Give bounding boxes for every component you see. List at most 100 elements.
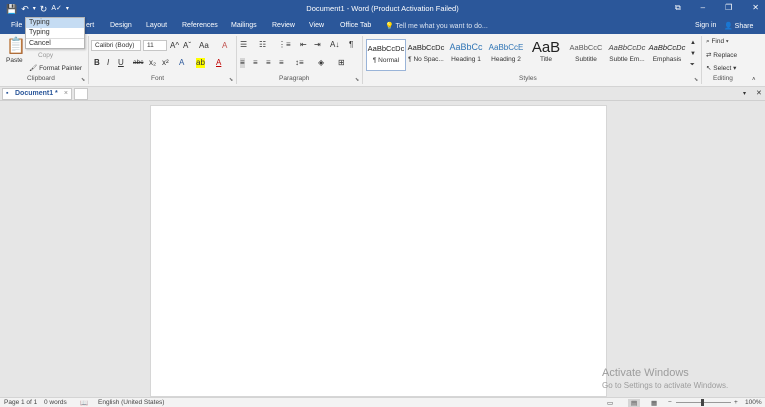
italic-button[interactable]: I	[107, 58, 109, 68]
font-color-icon[interactable]: A	[216, 58, 221, 68]
window-controls: ⧉ – ❐ ✕	[675, 3, 759, 13]
styles-launcher-icon[interactable]: ⬊	[694, 77, 698, 83]
style-no-spacing[interactable]: AaBbCcDc ¶ No Spac...	[406, 39, 446, 71]
grow-font-icon[interactable]: A^	[170, 41, 179, 51]
sort-icon[interactable]: A↓	[330, 40, 339, 50]
document-tab[interactable]: ▪ Document1 * ×	[2, 88, 72, 100]
copy-button[interactable]: Copy	[38, 52, 53, 59]
tab-design[interactable]: Design	[110, 22, 132, 29]
format-painter-button[interactable]: 🖌 Format Painter	[29, 64, 82, 72]
increase-indent-icon[interactable]: ⇥	[314, 40, 321, 50]
minimize-button[interactable]: –	[701, 3, 705, 13]
paste-button[interactable]: Paste	[6, 57, 23, 64]
superscript-button[interactable]: x²	[162, 58, 169, 68]
tab-insert[interactable]: ert	[86, 22, 94, 29]
multilevel-list-icon[interactable]: ⋮≡	[278, 40, 291, 50]
proofing-icon[interactable]: 📖	[80, 399, 88, 407]
line-spacing-icon[interactable]: ↕≡	[295, 58, 304, 68]
align-left-icon[interactable]: ≡	[240, 58, 245, 68]
highlight-color-icon[interactable]: ab	[196, 58, 205, 68]
share-label: Share	[734, 23, 754, 30]
shading-icon[interactable]: ◈	[318, 58, 324, 68]
find-button[interactable]: ⌕ Find ▾	[706, 38, 729, 46]
web-layout-icon[interactable]: ▦	[651, 399, 657, 407]
paragraph-launcher-icon[interactable]: ⬊	[355, 77, 359, 83]
style-heading-2[interactable]: AaBbCcE Heading 2	[486, 39, 526, 71]
justify-icon[interactable]: ≡	[279, 58, 284, 68]
strikethrough-button[interactable]: abc	[133, 58, 143, 68]
change-case-icon[interactable]: Aa	[199, 41, 209, 51]
tab-list-icon[interactable]: ▾	[743, 89, 746, 99]
collapse-ribbon-icon[interactable]: ˄	[752, 75, 756, 85]
style-subtle-emphasis[interactable]: AaBbCcDc Subtle Em...	[607, 39, 647, 71]
print-layout-icon[interactable]: ▤	[628, 399, 641, 407]
undo-item[interactable]: Typing	[26, 18, 84, 28]
tab-layout[interactable]: Layout	[146, 22, 167, 29]
watermark-title: Activate Windows	[602, 367, 689, 379]
align-right-icon[interactable]: ≡	[266, 58, 271, 68]
restore-button[interactable]: ❐	[725, 3, 732, 13]
new-tab-button[interactable]	[74, 88, 88, 100]
style-heading-1[interactable]: AaBbCc Heading 1	[446, 39, 486, 71]
styles-scroll-up-icon[interactable]: ▲	[690, 38, 696, 48]
bullets-icon[interactable]: ☰	[240, 40, 247, 50]
font-size-select[interactable]: 11	[143, 40, 167, 51]
ribbon-display-options-icon[interactable]: ⧉	[675, 3, 681, 13]
clear-formatting-icon[interactable]: A	[222, 41, 227, 51]
underline-button[interactable]: U	[118, 58, 124, 68]
tab-view[interactable]: View	[309, 22, 324, 29]
replace-button[interactable]: ⇄ Replace	[706, 51, 737, 59]
tell-me-search[interactable]: 💡 Tell me what you want to do...	[385, 22, 488, 30]
read-mode-icon[interactable]: ▭	[607, 399, 613, 407]
font-launcher-icon[interactable]: ⬊	[229, 77, 233, 83]
sign-in-link[interactable]: Sign in	[695, 22, 716, 29]
tab-mailings[interactable]: Mailings	[231, 22, 257, 29]
shrink-font-icon[interactable]: Aˇ	[183, 41, 191, 51]
text-effects-icon[interactable]: A	[179, 58, 184, 68]
style-subtitle[interactable]: AaBbCcC Subtitle	[566, 39, 606, 71]
person-icon: 👤	[724, 23, 735, 30]
cursor-icon: ↖	[706, 65, 712, 72]
select-label: Select	[713, 65, 732, 72]
close-document-icon[interactable]: ✕	[756, 89, 762, 99]
styles-more-icon[interactable]: ⏷	[690, 60, 695, 70]
style-name: Heading 1	[451, 56, 481, 63]
align-center-icon[interactable]: ≡	[253, 58, 258, 68]
style-emphasis[interactable]: AaBbCcDc Emphasis	[647, 39, 687, 71]
close-tab-icon[interactable]: ×	[64, 89, 68, 99]
numbering-icon[interactable]: ☷	[259, 40, 266, 50]
tab-office-tab[interactable]: Office Tab	[340, 22, 371, 29]
zoom-level[interactable]: 100%	[745, 399, 762, 406]
style-name: ¶ No Spac...	[408, 56, 444, 63]
borders-icon[interactable]: ⊞	[338, 58, 345, 68]
font-family-select[interactable]: Calibri (Body)	[91, 40, 141, 51]
style-sample: AaBbCcDc	[608, 43, 646, 52]
style-normal[interactable]: AaBbCcDc ¶ Normal	[366, 39, 406, 71]
replace-icon: ⇄	[706, 52, 712, 59]
window-title: Document1 - Word (Product Activation Fai…	[306, 4, 459, 13]
close-button[interactable]: ✕	[752, 3, 759, 13]
replace-label: Replace	[713, 52, 738, 59]
share-button[interactable]: 👤 Share	[724, 22, 753, 30]
style-title[interactable]: AaB Title	[526, 39, 566, 71]
tab-file[interactable]: File	[11, 22, 22, 29]
select-button[interactable]: ↖ Select ▾	[706, 64, 736, 72]
zoom-slider-thumb[interactable]	[701, 399, 704, 406]
decrease-indent-icon[interactable]: ⇤	[300, 40, 307, 50]
word-count[interactable]: 0 words	[44, 399, 67, 406]
styles-scroll-down-icon[interactable]: ▼	[690, 49, 696, 59]
clipboard-launcher-icon[interactable]: ⬊	[81, 77, 85, 83]
tab-references[interactable]: References	[182, 22, 218, 29]
tab-review[interactable]: Review	[272, 22, 295, 29]
page-count[interactable]: Page 1 of 1	[4, 399, 37, 406]
zoom-out-icon[interactable]: −	[668, 399, 672, 406]
show-marks-icon[interactable]: ¶	[349, 40, 353, 50]
subscript-button[interactable]: x₂	[149, 58, 156, 68]
bold-button[interactable]: B	[94, 58, 100, 68]
undo-item[interactable]: Typing	[26, 28, 84, 38]
undo-cancel-button[interactable]: Cancel	[26, 38, 84, 48]
document-page[interactable]	[150, 105, 607, 397]
language-status[interactable]: English (United States)	[98, 399, 164, 406]
paste-icon[interactable]: 📋	[6, 38, 26, 56]
zoom-in-icon[interactable]: +	[734, 399, 738, 406]
